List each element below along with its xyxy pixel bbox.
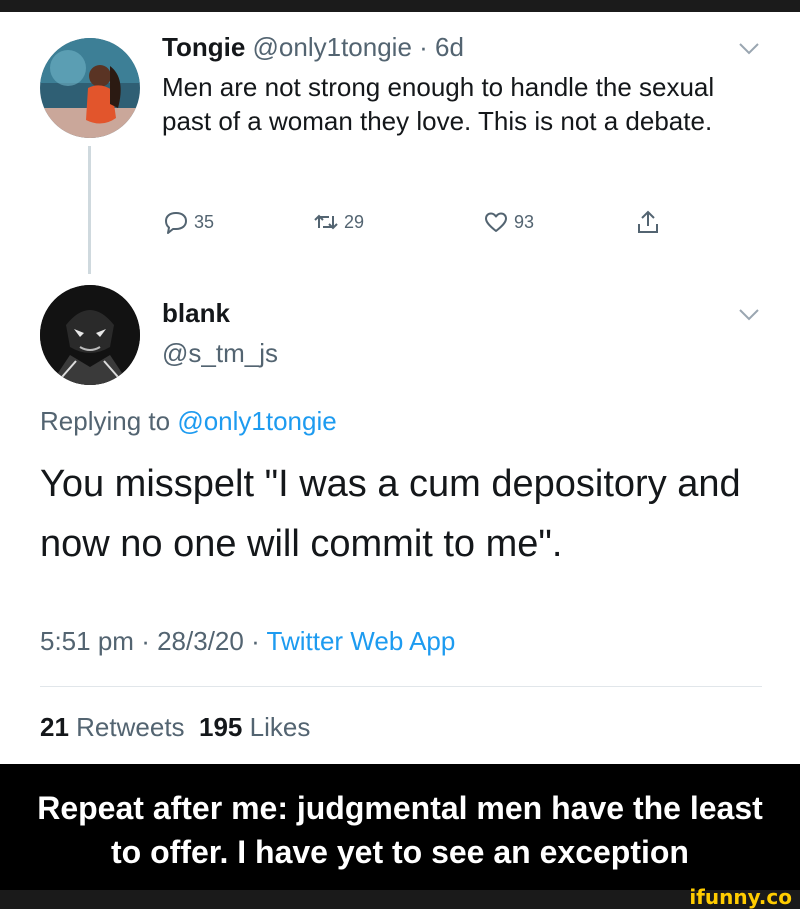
- reply-button[interactable]: 35: [162, 204, 214, 240]
- share-button[interactable]: [634, 204, 666, 240]
- separator-dot: ·: [251, 626, 260, 656]
- likes-label: Likes: [249, 712, 311, 742]
- retweet-icon: [314, 214, 338, 230]
- retweets-label: Retweets: [76, 712, 185, 742]
- replying-label: Replying to: [40, 406, 171, 436]
- tweet-header: Tongie @only1tongie · 6d: [162, 30, 464, 64]
- like-button[interactable]: 93: [482, 204, 534, 240]
- like-icon: [485, 212, 507, 232]
- divider: [40, 686, 762, 687]
- chevron-down-icon[interactable]: [738, 42, 760, 56]
- tweet-age[interactable]: 6d: [435, 32, 464, 62]
- chevron-down-icon[interactable]: [738, 308, 760, 322]
- replying-mention-link[interactable]: @only1tongie: [177, 406, 336, 436]
- tweet-meta: 5:51 pm · 28/3/20 · Twitter Web App: [40, 624, 455, 658]
- tweet-text: Men are not strong enough to handle the …: [162, 72, 715, 136]
- avatar[interactable]: [40, 285, 140, 385]
- retweet-count: 29: [344, 211, 365, 232]
- likes-stat[interactable]: 195 Likes: [199, 712, 310, 742]
- display-name[interactable]: blank: [162, 296, 230, 330]
- separator-dot: ·: [419, 32, 428, 62]
- reply-count: 35: [194, 211, 215, 232]
- tweet-time[interactable]: 5:51 pm: [40, 626, 134, 656]
- user-handle[interactable]: @s_tm_js: [162, 336, 278, 370]
- top-bar: [0, 0, 800, 12]
- retweets-stat[interactable]: 21 Retweets: [40, 712, 185, 742]
- tweet-stats: 21 Retweets 195 Likes: [40, 710, 310, 744]
- display-name[interactable]: Tongie: [162, 32, 245, 62]
- watermark-logo: ifunny.co: [689, 885, 792, 909]
- reply-icon: [165, 212, 187, 234]
- thread-line: [88, 146, 91, 274]
- tweet-date[interactable]: 28/3/20: [157, 626, 244, 656]
- retweets-count: 21: [40, 712, 69, 742]
- avatar[interactable]: [40, 38, 140, 138]
- retweet-button[interactable]: 29: [312, 204, 364, 240]
- source-app-link[interactable]: Twitter Web App: [267, 626, 456, 656]
- separator-dot: ·: [141, 626, 150, 656]
- replying-to: Replying to @only1tongie: [40, 404, 337, 438]
- tweet-actions: 35 29 93: [162, 204, 682, 240]
- like-count: 93: [514, 211, 535, 232]
- likes-count: 195: [199, 712, 243, 742]
- caption-text: Repeat after me: judgmental men have the…: [37, 790, 763, 870]
- share-icon: [638, 210, 658, 233]
- tweet-text: You misspelt "I was a cum depository and…: [40, 463, 741, 565]
- user-handle[interactable]: @only1tongie: [253, 32, 412, 62]
- footer-bar: [0, 890, 800, 909]
